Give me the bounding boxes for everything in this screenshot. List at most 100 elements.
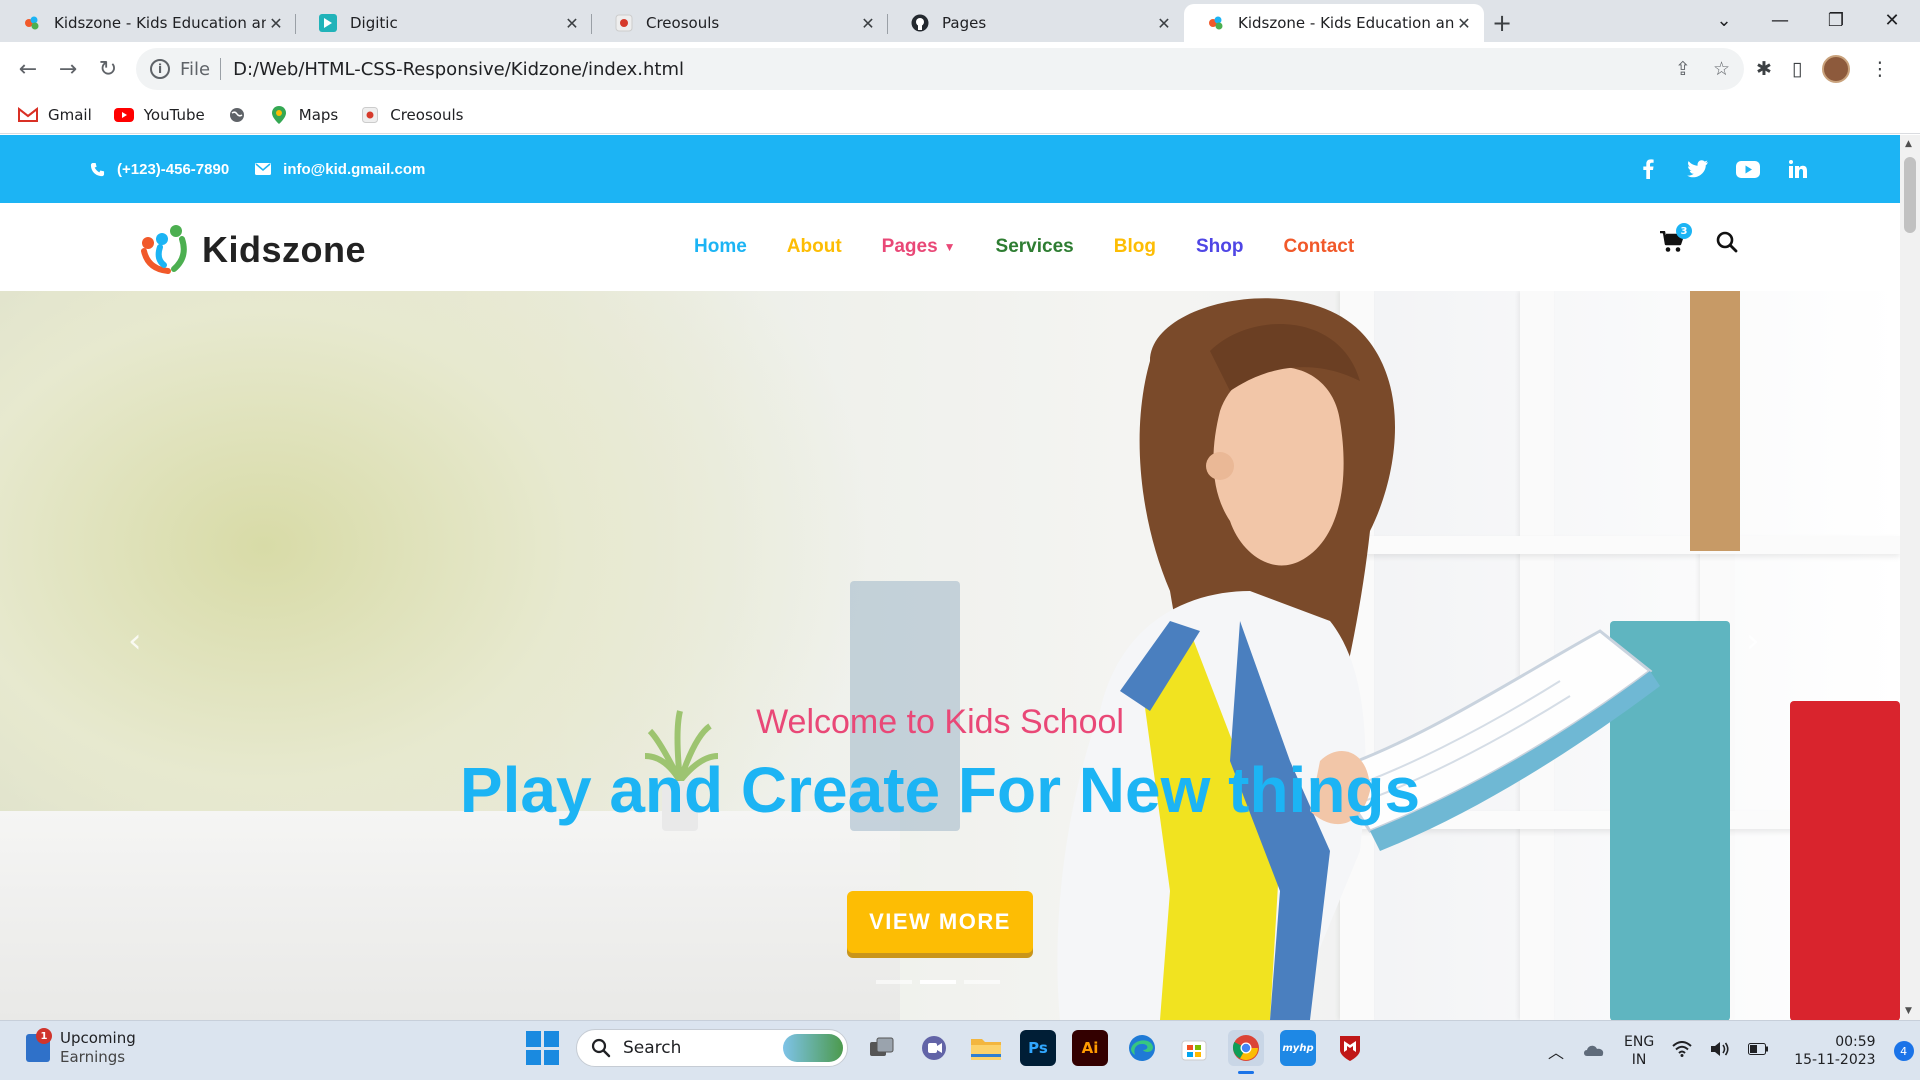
- close-window-button[interactable]: ✕: [1864, 0, 1920, 40]
- wifi-icon[interactable]: [1672, 1041, 1692, 1061]
- close-tab-icon[interactable]: ✕: [1154, 14, 1174, 33]
- search-placeholder: Search: [623, 1038, 682, 1058]
- nav-contact[interactable]: Contact: [1283, 236, 1354, 258]
- nav-blog[interactable]: Blog: [1114, 236, 1156, 258]
- cart-icon: [1660, 230, 1685, 257]
- side-panel-icon[interactable]: ▯: [1792, 58, 1802, 80]
- browser-tab[interactable]: Creosouls ✕: [592, 4, 888, 42]
- slider-dot-active[interactable]: [920, 980, 956, 984]
- kidszone-icon: [22, 13, 42, 33]
- new-tab-button[interactable]: +: [1484, 4, 1520, 42]
- back-button[interactable]: ←: [8, 49, 48, 89]
- search-icon: [591, 1038, 611, 1058]
- browser-tab-active[interactable]: Kidszone - Kids Education and Scho ✕: [1184, 4, 1484, 42]
- teams-icon[interactable]: [916, 1030, 952, 1066]
- widget-text: Upcoming Earnings: [60, 1029, 136, 1067]
- language-indicator[interactable]: ENG IN: [1624, 1033, 1654, 1069]
- linkedin-icon[interactable]: [1786, 157, 1810, 181]
- stocks-icon: 1: [26, 1028, 52, 1062]
- illustrator-icon[interactable]: Ai: [1072, 1030, 1108, 1066]
- close-tab-icon[interactable]: ✕: [266, 14, 286, 33]
- browser-tab[interactable]: Pages ✕: [888, 4, 1184, 42]
- file-explorer-icon[interactable]: [968, 1030, 1004, 1066]
- nav-home[interactable]: Home: [694, 236, 747, 258]
- myhp-icon[interactable]: myhp: [1280, 1030, 1316, 1066]
- view-more-button[interactable]: VIEW MORE: [847, 891, 1033, 953]
- header-icons: 3: [1660, 223, 1738, 257]
- bookmark-star-icon[interactable]: ☆: [1713, 58, 1730, 80]
- slider-dot[interactable]: [876, 980, 912, 984]
- close-tab-icon[interactable]: ✕: [858, 14, 878, 33]
- nav-pages[interactable]: Pages ▼: [882, 236, 956, 258]
- site-info-icon[interactable]: i: [150, 59, 170, 79]
- reload-button[interactable]: ↻: [88, 49, 128, 89]
- close-tab-icon[interactable]: ✕: [562, 14, 582, 33]
- volume-icon[interactable]: [1710, 1041, 1730, 1061]
- bookmark-youtube[interactable]: YouTube: [113, 106, 205, 124]
- widget-subtitle: Earnings: [60, 1048, 126, 1066]
- language-code: ENG: [1624, 1034, 1655, 1050]
- tab-search-icon[interactable]: ⌄: [1696, 0, 1752, 40]
- notification-count-badge[interactable]: 4: [1893, 1041, 1914, 1061]
- toolbar-actions: ✱ ▯ ⋮: [1756, 42, 1889, 96]
- email-contact[interactable]: info@kid.gmail.com: [255, 161, 425, 178]
- menu-kebab-icon[interactable]: ⋮: [1870, 58, 1889, 80]
- taskbar-search[interactable]: Search: [576, 1029, 848, 1067]
- edge-icon[interactable]: [1124, 1030, 1160, 1066]
- address-bar[interactable]: i File D:/Web/HTML-CSS-Responsive/Kidzon…: [136, 48, 1744, 90]
- tab-title: Kidszone - Kids Education and Scho: [54, 14, 266, 32]
- site-logo[interactable]: Kidszone: [138, 221, 366, 279]
- phone-contact[interactable]: (+123)-456-7890: [90, 161, 229, 178]
- nav-services[interactable]: Services: [996, 236, 1074, 258]
- mcafee-icon[interactable]: [1332, 1030, 1368, 1066]
- battery-icon[interactable]: [1748, 1043, 1769, 1059]
- taskbar-apps: Search Ps Ai myhp: [526, 1029, 1368, 1074]
- bookmark-gmail[interactable]: Gmail: [18, 106, 92, 124]
- chrome-icon[interactable]: [1228, 1030, 1264, 1074]
- share-icon[interactable]: ⇪: [1675, 58, 1691, 80]
- twitter-icon[interactable]: [1686, 157, 1710, 181]
- nav-label: Contact: [1283, 236, 1355, 257]
- url-text[interactable]: D:/Web/HTML-CSS-Responsive/Kidzone/index…: [233, 59, 684, 80]
- onedrive-icon[interactable]: [1582, 1041, 1606, 1061]
- close-tab-icon[interactable]: ✕: [1454, 14, 1474, 33]
- scroll-down-arrow[interactable]: ▼: [1905, 1006, 1912, 1016]
- windows-start-icon[interactable]: [526, 1031, 560, 1065]
- clock[interactable]: 00:59 15-11-2023: [1794, 1033, 1875, 1069]
- store-icon[interactable]: [1176, 1030, 1212, 1066]
- minimize-button[interactable]: —: [1752, 0, 1808, 40]
- nav-shop[interactable]: Shop: [1196, 236, 1244, 258]
- browser-tab[interactable]: Digitic ✕: [296, 4, 592, 42]
- search-icon[interactable]: [1716, 231, 1738, 257]
- facebook-icon[interactable]: [1636, 157, 1660, 181]
- news-widget[interactable]: 1 Upcoming Earnings: [26, 1028, 136, 1067]
- photoshop-icon[interactable]: Ps: [1020, 1030, 1056, 1066]
- page-scrollbar[interactable]: ▲ ▼: [1900, 135, 1920, 1020]
- bookmark-creosouls[interactable]: Creosouls: [360, 106, 463, 124]
- scroll-up-arrow[interactable]: ▲: [1905, 139, 1912, 149]
- browser-tab[interactable]: Kidszone - Kids Education and Scho ✕: [0, 4, 296, 42]
- clock-date: 15-11-2023: [1794, 1052, 1876, 1068]
- cart-count-badge: 3: [1676, 223, 1692, 239]
- scrollbar-thumb[interactable]: [1904, 157, 1916, 233]
- cart-button[interactable]: 3: [1660, 223, 1692, 257]
- nav-about[interactable]: About: [787, 236, 842, 258]
- chevron-up-icon[interactable]: ︿: [1548, 1039, 1564, 1063]
- task-view-icon[interactable]: [864, 1030, 900, 1066]
- slider-dots: [876, 980, 1000, 984]
- profile-avatar[interactable]: [1822, 55, 1851, 83]
- restore-button[interactable]: ❐: [1808, 0, 1864, 40]
- youtube-icon[interactable]: [1736, 157, 1760, 181]
- extensions-icon[interactable]: ✱: [1756, 58, 1772, 80]
- caret-down-icon: ▼: [943, 240, 956, 254]
- bookmark-globe[interactable]: [227, 107, 247, 123]
- site-header: Kidszone Home About Pages ▼ Services Blog…: [0, 203, 1900, 291]
- windows-taskbar: 1 Upcoming Earnings Search Ps Ai myhp ︿ …: [0, 1020, 1920, 1080]
- region-code: IN: [1631, 1052, 1647, 1068]
- bookmark-label: Maps: [298, 105, 339, 124]
- forward-button[interactable]: →: [48, 49, 88, 89]
- nav-label: Pages: [881, 236, 938, 257]
- slider-dot[interactable]: [964, 980, 1000, 984]
- bookmark-maps[interactable]: Maps: [269, 105, 339, 124]
- nav-label: Blog: [1113, 236, 1156, 257]
